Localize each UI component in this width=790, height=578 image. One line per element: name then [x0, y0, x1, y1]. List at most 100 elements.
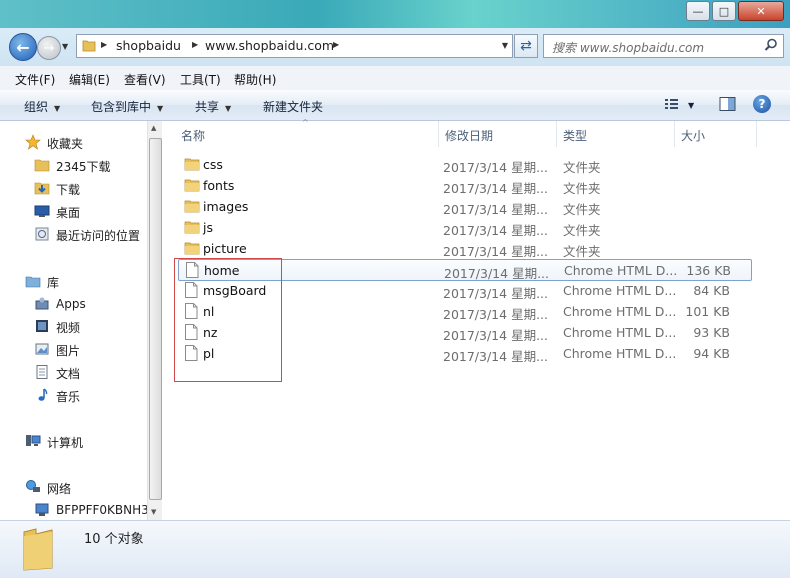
file-name: js — [203, 220, 213, 235]
back-button[interactable]: ← — [9, 33, 37, 61]
search-icon[interactable] — [764, 38, 778, 52]
title-bar: — □ ✕ — [0, 0, 790, 28]
scroll-up-icon[interactable]: ▲ — [151, 124, 156, 132]
menu-view[interactable]: 查看(V) — [124, 71, 166, 88]
folder-icon — [184, 177, 200, 196]
file-date: 2017/3/14 星期... — [443, 328, 548, 343]
details-pane: 10 个对象 — [0, 520, 790, 578]
documents-icon — [36, 365, 48, 379]
file-type: Chrome HTML D... — [563, 325, 677, 340]
library-icon — [25, 276, 41, 288]
address-input[interactable]: ▶ shopbaidu ▶ www.shopbaidu.com ▶ ▼ — [76, 34, 513, 58]
file-row-picture[interactable]: picture 2017/3/14 星期... 文件夹 — [178, 238, 750, 259]
folder-icon — [184, 240, 200, 259]
maximize-button[interactable]: □ — [712, 1, 736, 21]
menu-help[interactable]: 帮助(H) — [234, 71, 276, 88]
share-button[interactable]: 共享 ▼ — [195, 98, 231, 115]
scroll-down-icon[interactable]: ▼ — [151, 508, 156, 516]
file-type: 文件夹 — [563, 223, 601, 238]
file-type: 文件夹 — [563, 181, 601, 196]
folder-icon — [82, 40, 96, 52]
file-type: Chrome HTML D... — [563, 283, 677, 298]
file-date: 2017/3/14 星期... — [443, 286, 548, 301]
file-date: 2017/3/14 星期... — [443, 244, 548, 259]
nav-scrollbar[interactable]: ▲ ▼ — [147, 121, 162, 520]
file-name: picture — [203, 241, 247, 256]
pictures-icon — [35, 343, 49, 355]
refresh-button[interactable]: ⇄ — [514, 34, 538, 58]
computer-icon — [26, 435, 41, 446]
file-type: Chrome HTML D... — [563, 346, 677, 361]
object-count: 10 个对象 — [84, 532, 144, 547]
star-icon — [25, 134, 41, 150]
annotation-box — [174, 258, 282, 382]
column-header-size[interactable]: 大小 — [674, 121, 757, 147]
column-header-type[interactable]: 类型 — [556, 121, 675, 147]
file-size: 101 KB — [685, 304, 730, 319]
view-options-icon[interactable] — [664, 96, 680, 112]
file-date: 2017/3/14 星期... — [443, 223, 548, 238]
search-placeholder: 搜索 www.shopbaidu.com — [552, 41, 705, 55]
breadcrumb-arrow-icon[interactable]: ▶ — [101, 40, 107, 49]
folder-icon — [34, 159, 50, 172]
file-type: 文件夹 — [563, 202, 601, 217]
folder-icon — [184, 219, 200, 238]
search-input[interactable]: 搜索 www.shopbaidu.com — [543, 34, 784, 58]
network-icon — [26, 480, 40, 492]
apps-icon — [35, 297, 49, 310]
preview-pane-icon[interactable] — [719, 96, 736, 112]
file-date: 2017/3/14 星期... — [443, 202, 548, 217]
view-dropdown-icon[interactable]: ▼ — [688, 101, 694, 110]
large-folder-icon — [23, 528, 53, 571]
file-name: fonts — [203, 178, 235, 193]
scroll-thumb[interactable] — [149, 138, 162, 500]
file-date: 2017/3/14 星期... — [443, 160, 548, 175]
new-folder-button[interactable]: 新建文件夹 — [263, 98, 323, 115]
desktop-icon — [34, 205, 50, 217]
file-size: 94 KB — [693, 346, 730, 361]
command-bar: 组织 ▼ 包含到库中 ▼ 共享 ▼ 新建文件夹 ▼ ? — [0, 90, 790, 121]
file-row-images[interactable]: images 2017/3/14 星期... 文件夹 — [178, 196, 750, 217]
column-header-date[interactable]: 修改日期 — [438, 121, 557, 147]
breadcrumb-item[interactable]: www.shopbaidu.com — [205, 38, 334, 53]
file-type: Chrome HTML D... — [563, 304, 677, 319]
recent-places-icon — [35, 227, 49, 241]
menu-edit[interactable]: 编辑(E) — [69, 71, 110, 88]
folder-icon — [184, 156, 200, 175]
music-icon — [38, 388, 48, 401]
address-dropdown-icon[interactable]: ▼ — [502, 41, 508, 50]
file-row-css[interactable]: css 2017/3/14 星期... 文件夹 — [178, 154, 750, 175]
menu-bar: 文件(F) 编辑(E) 查看(V) 工具(T) 帮助(H) — [0, 66, 790, 91]
file-size: 136 KB — [686, 263, 731, 278]
address-bar-row: ← → ▼ ▶ shopbaidu ▶ www.shopbaidu.com ▶ … — [0, 28, 790, 66]
file-row-js[interactable]: js 2017/3/14 星期... 文件夹 — [178, 217, 750, 238]
file-type: Chrome HTML D... — [564, 263, 678, 278]
breadcrumb-item[interactable]: shopbaidu — [116, 38, 181, 53]
file-date: 2017/3/14 星期... — [443, 349, 548, 364]
file-name: css — [203, 157, 223, 172]
menu-file[interactable]: 文件(F) — [15, 71, 55, 88]
file-date: 2017/3/14 星期... — [443, 307, 548, 322]
file-row-fonts[interactable]: fonts 2017/3/14 星期... 文件夹 — [178, 175, 750, 196]
include-library-button[interactable]: 包含到库中 ▼ — [91, 98, 163, 115]
help-icon[interactable]: ? — [753, 95, 771, 113]
downloads-folder-icon — [34, 182, 50, 195]
computer-icon — [35, 503, 49, 516]
column-header-name[interactable]: 名称 — [174, 121, 439, 147]
file-size: 84 KB — [693, 283, 730, 298]
file-name: images — [203, 199, 249, 214]
menu-tools[interactable]: 工具(T) — [180, 71, 221, 88]
history-dropdown-icon[interactable]: ▼ — [62, 42, 68, 51]
file-type: 文件夹 — [563, 160, 601, 175]
breadcrumb-arrow-icon[interactable]: ▶ — [192, 40, 198, 49]
file-type: 文件夹 — [563, 244, 601, 259]
navigation-pane: 收藏夹 2345下载 下载 桌面 最近访问的位置 库 Apps 视频 图片 文档… — [0, 121, 147, 520]
breadcrumb-arrow-icon[interactable]: ▶ — [333, 40, 339, 49]
file-size: 93 KB — [693, 325, 730, 340]
organize-button[interactable]: 组织 ▼ — [24, 98, 60, 115]
close-button[interactable]: ✕ — [738, 1, 784, 21]
forward-button[interactable]: → — [37, 36, 61, 60]
file-date: 2017/3/14 星期... — [443, 181, 548, 196]
minimize-button[interactable]: — — [686, 1, 710, 21]
video-icon — [36, 320, 48, 332]
